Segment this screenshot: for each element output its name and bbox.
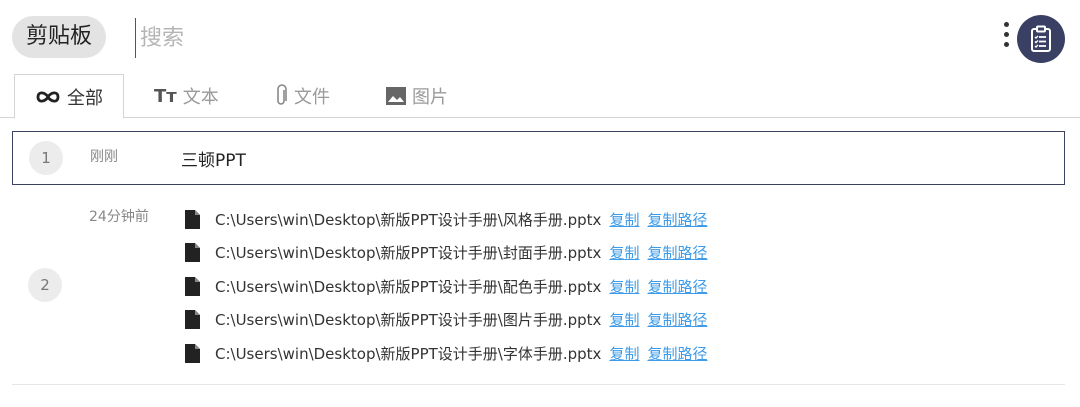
text-icon: Tт <box>154 85 177 107</box>
tab-file[interactable]: 文件 <box>274 74 330 118</box>
copy-link[interactable]: 复制 <box>609 209 639 230</box>
copy-path-link[interactable]: 复制路径 <box>647 242 707 263</box>
file-path: C:\Users\win\Desktop\新版PPT设计手册\封面手册.pptx <box>215 243 602 262</box>
file-icon <box>185 209 203 229</box>
file-icon <box>185 343 203 363</box>
file-row: C:\Users\win\Desktop\新版PPT设计手册\封面手册.pptx… <box>185 238 707 266</box>
file-icon <box>185 276 203 296</box>
copy-path-link[interactable]: 复制路径 <box>647 209 707 230</box>
file-path: C:\Users\win\Desktop\新版PPT设计手册\配色手册.pptx <box>215 277 602 296</box>
tab-label: 图片 <box>412 87 448 108</box>
copy-link[interactable]: 复制 <box>609 309 639 330</box>
paperclip-icon <box>274 84 288 108</box>
item-time: 24分钟前 <box>89 209 149 225</box>
file-path: C:\Users\win\Desktop\新版PPT设计手册\风格手册.pptx <box>215 210 602 229</box>
file-row: C:\Users\win\Desktop\新版PPT设计手册\图片手册.pptx… <box>185 305 707 333</box>
kebab-vertical-icon[interactable] <box>1000 22 1012 54</box>
image-icon <box>386 87 406 105</box>
file-row: C:\Users\win\Desktop\新版PPT设计手册\风格手册.pptx… <box>185 205 707 233</box>
copy-link[interactable]: 复制 <box>609 242 639 263</box>
tab-bar: 全部 Tт 文本 文件 图片 <box>14 74 1066 119</box>
item-index: 1 <box>29 141 63 175</box>
header: 剪贴板 <box>0 0 1080 75</box>
file-path: C:\Users\win\Desktop\新版PPT设计手册\图片手册.pptx <box>215 310 602 329</box>
clipboard-item[interactable]: 1 刚刚 三顿PPT <box>12 131 1065 185</box>
copy-link[interactable]: 复制 <box>609 343 639 364</box>
infinity-icon <box>35 90 61 104</box>
clipboard-item[interactable]: 2 24分钟前 C:\Users\win\Desktop\新版PPT设计手册\风… <box>12 188 1065 385</box>
search-input[interactable] <box>135 18 840 58</box>
tab-label: 文件 <box>294 87 330 108</box>
copy-path-link[interactable]: 复制路径 <box>647 343 707 364</box>
tab-label: 文本 <box>182 87 219 108</box>
file-path: C:\Users\win\Desktop\新版PPT设计手册\字体手册.pptx <box>215 344 602 363</box>
file-row: C:\Users\win\Desktop\新版PPT设计手册\字体手册.pptx… <box>185 339 707 367</box>
app-title: 剪贴板 <box>12 16 107 58</box>
file-icon <box>185 309 203 329</box>
tab-divider <box>0 117 1080 118</box>
copy-path-link[interactable]: 复制路径 <box>647 309 707 330</box>
item-text: 三顿PPT <box>181 151 246 171</box>
tab-text[interactable]: Tт 文本 <box>154 74 219 118</box>
clipboard-icon[interactable] <box>1017 15 1065 63</box>
file-row: C:\Users\win\Desktop\新版PPT设计手册\配色手册.pptx… <box>185 272 707 300</box>
tab-image[interactable]: 图片 <box>386 74 448 118</box>
item-time: 刚刚 <box>90 149 118 165</box>
item-index: 2 <box>28 268 62 302</box>
file-icon <box>185 242 203 262</box>
tab-label: 全部 <box>67 87 103 109</box>
tab-all[interactable]: 全部 <box>14 74 124 119</box>
copy-link[interactable]: 复制 <box>609 276 639 297</box>
copy-path-link[interactable]: 复制路径 <box>647 276 707 297</box>
